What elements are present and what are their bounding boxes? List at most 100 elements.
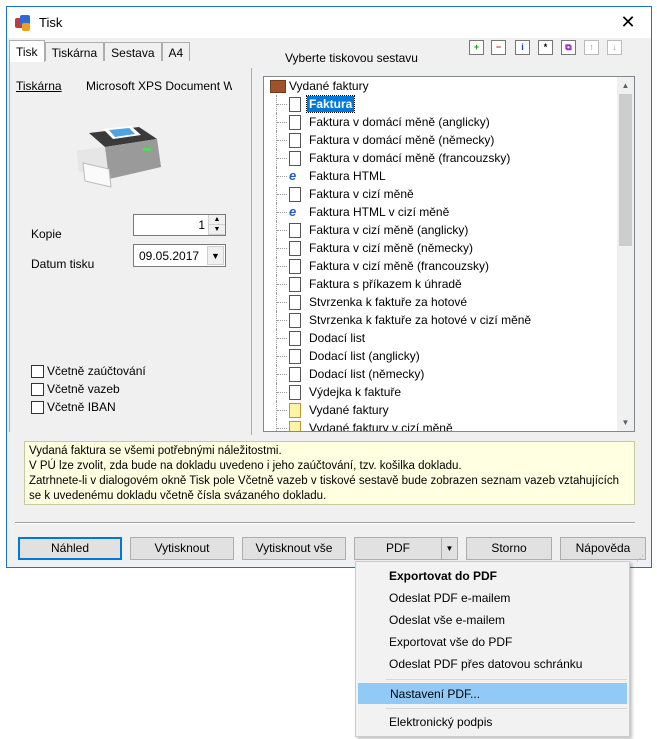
tree-item[interactable]: Faktura v cizí měně (anglicky) [264, 221, 533, 239]
report-select-header: Vyberte tiskovou sestavu [285, 51, 418, 65]
title-bar: Tisk ✕ [7, 7, 651, 38]
date-picker[interactable]: 09.05.2017 ▼ [133, 244, 226, 267]
tree-item[interactable]: Faktura [264, 95, 533, 113]
tree-item[interactable]: e Faktura HTML [264, 167, 533, 185]
doc-icon [289, 276, 301, 292]
tab-tisk[interactable]: Tisk [9, 40, 45, 62]
tree-item[interactable]: Dodací list (anglicky) [264, 347, 533, 365]
info-icon[interactable]: i [515, 40, 530, 55]
checkbox-box[interactable] [31, 400, 44, 414]
tree-item-label: Faktura HTML [309, 169, 386, 183]
tree-branch [277, 248, 287, 249]
doc-icon [289, 384, 301, 400]
tab-a4[interactable]: A4 [161, 42, 191, 62]
button-separator [15, 522, 635, 524]
scroll-thumb[interactable] [619, 94, 632, 246]
tree-root[interactable]: Vydané faktury [270, 79, 369, 93]
tree-branch [277, 338, 287, 339]
tree-item-label: Faktura v domácí měně (francouzsky) [309, 151, 511, 165]
menu-separator [386, 708, 627, 709]
copies-stepper[interactable]: 1 ▲ ▼ [133, 214, 226, 236]
checkbox-box[interactable] [31, 382, 44, 396]
remove-icon[interactable]: − [491, 40, 506, 55]
tab-tiskarna[interactable]: Tiskárna [44, 42, 105, 62]
tree-item[interactable]: Dodací list (německy) [264, 365, 533, 383]
print-all-button[interactable]: Vytisknout vše [242, 537, 346, 560]
tree-item[interactable]: Faktura v cizí měně (německy) [264, 239, 533, 257]
tree-branch [277, 176, 287, 177]
tree-item[interactable]: Faktura v domácí měně (německy) [264, 131, 533, 149]
checkbox-vcetne-vazeb[interactable]: Včetně vazeb [31, 382, 120, 396]
checkbox-vcetne-iban[interactable]: Včetně IBAN [31, 400, 116, 414]
tree-item[interactable]: Faktura s příkazem k úhradě [264, 275, 533, 293]
add-icon[interactable]: + [469, 40, 484, 55]
printer-name: Microsoft XPS Document Writer [86, 79, 232, 93]
tree-branch [277, 104, 287, 105]
tree-item[interactable]: Stvrzenka k faktuře za hotové v cizí měn… [264, 311, 533, 329]
tree-item[interactable]: Faktura v cizí měně (francouzsky) [264, 257, 533, 275]
report-tree[interactable]: Vydané faktury Faktura Faktura v domácí m… [263, 76, 635, 432]
tree-item[interactable]: Faktura v cizí měně [264, 185, 533, 203]
menu-item-export-pdf[interactable]: Exportovat do PDF [358, 566, 627, 587]
print-button[interactable]: Vytisknout [130, 537, 234, 560]
chevron-down-icon[interactable]: ▼ [441, 538, 457, 559]
tree-branch [277, 302, 287, 303]
printer-link[interactable]: Tiskárna [16, 79, 62, 93]
star-icon[interactable]: * [538, 40, 553, 55]
menu-item-pdf-settings[interactable]: Nastavení PDF... [358, 683, 627, 704]
move-down-icon[interactable]: ↓ [607, 40, 622, 55]
tree-item[interactable]: Výdejka k faktuře [264, 383, 533, 401]
chevron-up-icon[interactable]: ▲ [209, 215, 225, 225]
menu-item-electronic-signature[interactable]: Elektronický podpis [358, 712, 627, 733]
description-line: V PÚ lze zvolit, zda bude na dokladu uve… [29, 460, 462, 472]
doc-icon [289, 132, 301, 148]
tab-sestava[interactable]: Sestava [104, 42, 162, 62]
doc-icon [289, 96, 301, 112]
tree-item[interactable]: Dodací list [264, 329, 533, 347]
menu-item-send-all-email[interactable]: Odeslat vše e-mailem [358, 610, 627, 631]
checkbox-label: Včetně IBAN [47, 400, 116, 414]
cancel-button[interactable]: Storno [466, 537, 552, 560]
tree-line [276, 419, 277, 431]
tree-item-label: Faktura v domácí měně (anglicky) [309, 115, 490, 129]
menu-item-export-all-pdf[interactable]: Exportovat vše do PDF [358, 632, 627, 653]
menu-item-send-data-box[interactable]: Odeslat PDF přes datovou schránku [358, 654, 627, 675]
preview-button[interactable]: Náhled [18, 537, 122, 560]
menu-item-send-pdf-email[interactable]: Odeslat PDF e-mailem [358, 588, 627, 609]
copy-icon[interactable]: ⧉ [561, 40, 576, 55]
tree-item[interactable]: e Faktura HTML v cizí měně [264, 203, 533, 221]
move-up-icon[interactable]: ↑ [584, 40, 599, 55]
tree-item[interactable]: Stvrzenka k faktuře za hotové [264, 293, 533, 311]
tree-item[interactable]: Faktura v domácí měně (anglicky) [264, 113, 533, 131]
calendar-dropdown-icon[interactable]: ▼ [207, 246, 224, 265]
doc-icon [289, 258, 301, 274]
tree-item[interactable]: Vydané faktury v cizí měně [264, 419, 533, 432]
description-line: se k uvedenému dokladu včetně čísla sváz… [29, 490, 327, 502]
chevron-down-icon[interactable]: ▼ [209, 225, 225, 235]
pdf-button-label[interactable]: PDF [386, 541, 410, 555]
tree-item-label: Stvrzenka k faktuře za hotové [309, 295, 468, 309]
tree-branch [277, 320, 287, 321]
tree-item[interactable]: Vydané faktury [264, 401, 533, 419]
checkbox-vcetne-zauctovani[interactable]: Včetně zaúčtování [31, 364, 146, 378]
tree-item-label: Vydané faktury v cizí měně [309, 421, 453, 432]
help-button[interactable]: Nápověda [560, 537, 646, 560]
doc-icon [289, 330, 301, 346]
checkbox-box[interactable] [31, 364, 44, 378]
date-label: Datum tisku [31, 257, 95, 271]
close-button[interactable]: ✕ [605, 7, 651, 38]
tree-scrollbar[interactable]: ▲ ▼ [617, 77, 634, 431]
resize-grip-icon[interactable]: ⋰ [636, 554, 654, 736]
tree-branch [277, 410, 287, 411]
tree-item-label: Faktura s příkazem k úhradě [309, 277, 462, 291]
tree-item-label: Faktura v cizí měně (německy) [309, 241, 474, 255]
pdf-dropdown-menu: Exportovat do PDF Odeslat PDF e-mailem O… [355, 561, 630, 737]
tree-branch [277, 212, 287, 213]
doc-icon [289, 150, 301, 166]
scroll-up-icon[interactable]: ▲ [617, 77, 634, 94]
tree-item[interactable]: Faktura v domácí měně (francouzsky) [264, 149, 533, 167]
description-line: Zatrhnete-li v dialogovém okně Tisk pole… [29, 475, 620, 487]
scroll-down-icon[interactable]: ▼ [617, 414, 634, 431]
pdf-split-button[interactable]: PDF ▼ [354, 537, 458, 560]
tree-branch [277, 194, 287, 195]
